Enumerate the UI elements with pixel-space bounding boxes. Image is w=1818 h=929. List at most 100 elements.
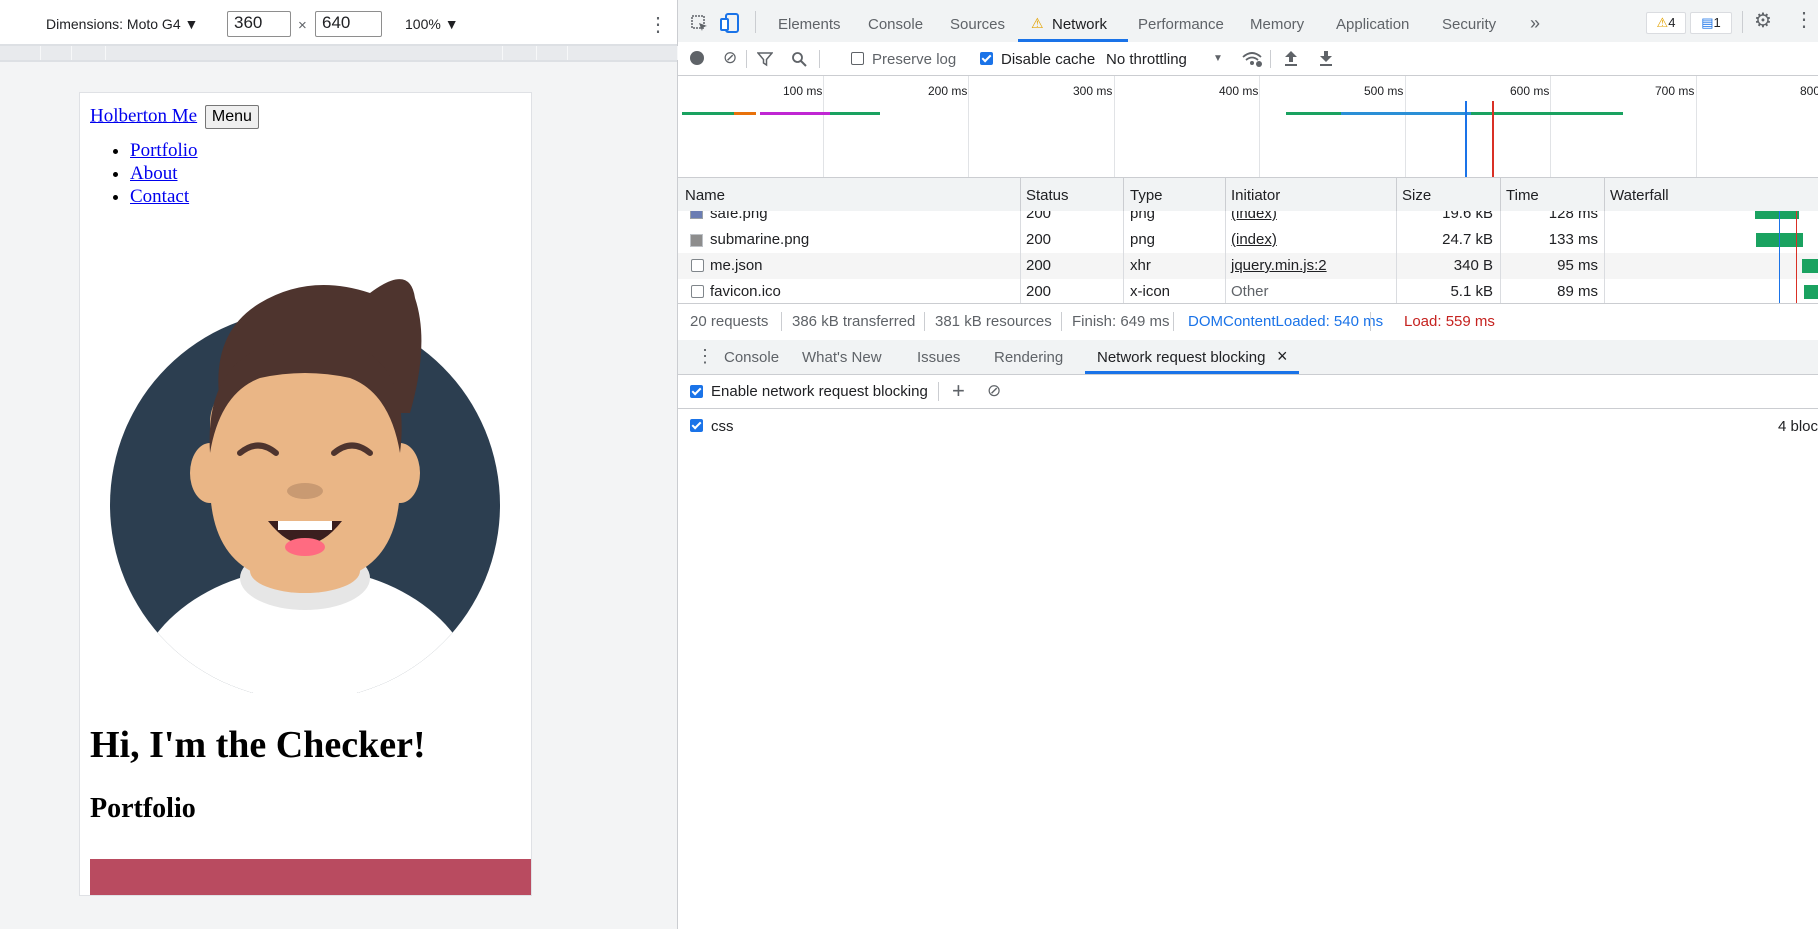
clear-icon[interactable]: ⊘: [723, 49, 737, 66]
tab-application[interactable]: Application: [1336, 16, 1409, 33]
image-file-icon: [690, 211, 703, 219]
device-pane: Dimensions: Moto G4 ▼ 360 × 640 100% ▼ ⋮…: [0, 0, 678, 929]
summary-resources: 381 kB resources: [935, 313, 1052, 330]
header-name[interactable]: Name: [685, 187, 725, 204]
request-initiator[interactable]: jquery.min.js:2: [1231, 257, 1327, 274]
filter-icon[interactable]: [757, 51, 773, 67]
brand-link[interactable]: Holberton Me: [90, 105, 197, 126]
request-name: submarine.png: [710, 231, 810, 248]
nav-link-about[interactable]: About: [130, 163, 178, 184]
add-pattern-icon[interactable]: +: [952, 378, 965, 404]
tab-security[interactable]: Security: [1442, 16, 1496, 33]
more-tabs-icon[interactable]: »: [1530, 13, 1540, 34]
header-size[interactable]: Size: [1402, 187, 1431, 204]
devtools-tab-bar: Elements Console Sources ⚠ Network Perfo…: [678, 0, 1818, 43]
warnings-count: 4: [1668, 15, 1676, 30]
header-status[interactable]: Status: [1026, 187, 1069, 204]
settings-gear-icon[interactable]: ⚙: [1754, 11, 1772, 31]
tab-elements[interactable]: Elements: [778, 16, 841, 33]
preserve-log-checkbox[interactable]: [851, 52, 864, 65]
avatar-illustration: [110, 279, 500, 693]
disable-cache-checkbox[interactable]: [980, 52, 993, 65]
drawer-tab-network-request-blocking[interactable]: Network request blocking: [1097, 349, 1265, 366]
issues-counter[interactable]: ▤1: [1690, 12, 1732, 34]
request-initiator[interactable]: (index): [1231, 211, 1277, 222]
timeline-tick: 700 ms: [1655, 84, 1695, 98]
timeline-tick: 800: [1800, 84, 1818, 98]
table-row[interactable]: me.json 200 xhr jquery.min.js:2 340 B 95…: [678, 253, 1818, 279]
drawer-tab-rendering[interactable]: Rendering: [994, 349, 1063, 366]
drawer-menu-icon[interactable]: ⋮: [696, 347, 714, 365]
menu-button[interactable]: Menu: [204, 105, 259, 129]
pattern-text: css: [711, 418, 734, 435]
enable-blocking-checkbox[interactable]: [690, 385, 703, 398]
zoom-dropdown[interactable]: 100% ▼: [405, 16, 459, 32]
waterfall-dcl-line: [1779, 211, 1780, 303]
record-icon[interactable]: [690, 51, 704, 65]
device-dimensions-dropdown[interactable]: Dimensions: Moto G4 ▼: [46, 16, 198, 32]
chevron-down-icon[interactable]: ▼: [1213, 53, 1223, 64]
nav-link-contact[interactable]: Contact: [130, 186, 189, 207]
warnings-icon: ⚠: [1656, 15, 1669, 30]
tab-sources[interactable]: Sources: [950, 16, 1005, 33]
remove-all-patterns-icon[interactable]: ⊘: [987, 382, 1001, 399]
request-time: 133 ms: [1548, 231, 1598, 248]
request-initiator[interactable]: (index): [1231, 231, 1277, 248]
customize-menu-icon[interactable]: ⋮: [1794, 10, 1814, 30]
document-file-icon: [691, 259, 704, 272]
table-row[interactable]: safe.png 200 png (index) 19.6 kB 128 ms: [678, 211, 1818, 227]
request-status: 200: [1026, 231, 1052, 248]
tab-performance[interactable]: Performance: [1138, 16, 1224, 33]
active-drawer-tab-indicator: [1085, 371, 1299, 374]
request-initiator: Other: [1231, 283, 1269, 300]
issues-count: 1: [1713, 15, 1721, 30]
header-time[interactable]: Time: [1506, 187, 1539, 204]
request-type: png: [1130, 231, 1156, 248]
tab-console[interactable]: Console: [868, 16, 923, 33]
timeline-tick: 100 ms: [783, 84, 823, 98]
request-name: me.json: [710, 257, 763, 274]
import-har-icon[interactable]: [1284, 50, 1298, 66]
warnings-counter[interactable]: ⚠4: [1646, 12, 1686, 34]
device-toolbar-toggle-icon[interactable]: [719, 12, 741, 34]
timeline-bar: [1341, 112, 1471, 115]
network-overview-timeline[interactable]: 100 ms 200 ms 300 ms 400 ms 500 ms 600 m…: [678, 76, 1818, 178]
device-more-icon[interactable]: ⋮: [648, 12, 668, 37]
pattern-enabled-checkbox[interactable]: [690, 419, 703, 432]
page-nav: Portfolio About Contact: [90, 139, 198, 208]
viewport-width-input[interactable]: 360: [227, 11, 291, 37]
viewport-height-input[interactable]: 640: [315, 11, 382, 37]
summary-requests: 20 requests: [690, 313, 769, 330]
request-size: 19.6 kB: [1442, 211, 1493, 222]
throttling-select[interactable]: No throttling: [1106, 51, 1187, 68]
header-initiator[interactable]: Initiator: [1231, 187, 1280, 204]
timeline-bar: [682, 112, 738, 115]
table-row[interactable]: favicon.ico 200 x-icon Other 5.1 kB 89 m…: [678, 279, 1818, 303]
blocked-pattern-item[interactable]: css 4 bloc: [678, 409, 1818, 443]
disable-cache-label: Disable cache: [1001, 51, 1096, 68]
search-icon[interactable]: [791, 51, 807, 67]
requests-table-body: safe.png 200 png (index) 19.6 kB 128 ms …: [678, 211, 1818, 303]
tab-memory[interactable]: Memory: [1250, 16, 1304, 33]
inspect-element-icon[interactable]: [690, 14, 710, 34]
timeline-tick: 500 ms: [1364, 84, 1404, 98]
drawer-tab-console[interactable]: Console: [724, 349, 779, 366]
drawer-tab-issues[interactable]: Issues: [917, 349, 960, 366]
device-toolbar: Dimensions: Moto G4 ▼ 360 × 640 100% ▼ ⋮: [0, 0, 677, 44]
header-type[interactable]: Type: [1130, 187, 1163, 204]
portfolio-heading: Portfolio: [90, 793, 196, 824]
header-waterfall[interactable]: Waterfall: [1610, 187, 1669, 204]
nav-link-portfolio[interactable]: Portfolio: [130, 140, 198, 161]
network-conditions-icon[interactable]: [1241, 50, 1263, 68]
nav-item-contact: Contact: [130, 185, 198, 208]
request-time: 128 ms: [1548, 211, 1598, 222]
summary-load: Load: 559 ms: [1404, 313, 1495, 330]
table-row[interactable]: submarine.png 200 png (index) 24.7 kB 13…: [678, 227, 1818, 253]
drawer-tab-whats-new[interactable]: What's New: [802, 349, 882, 366]
request-blocking-toolbar: Enable network request blocking + ⊘: [678, 375, 1818, 409]
media-query-ruler[interactable]: [0, 44, 678, 62]
request-size: 340 B: [1453, 257, 1493, 274]
close-icon[interactable]: ×: [1277, 346, 1288, 367]
export-har-icon[interactable]: [1319, 50, 1333, 66]
tab-network[interactable]: Network: [1052, 16, 1107, 33]
